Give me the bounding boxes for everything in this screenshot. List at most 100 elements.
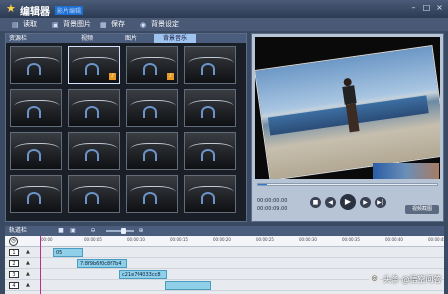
thumbnail-item[interactable]: [184, 89, 236, 127]
music-badge-icon: ♪: [167, 73, 174, 80]
ruler-tick-label: 00:00:30: [299, 237, 317, 242]
menu-save-label: 保存: [111, 20, 125, 28]
timeline-tool-icon-2[interactable]: ▣: [69, 227, 77, 235]
save-icon: ▦: [100, 21, 107, 29]
menu-background-image[interactable]: ▣ 背景图片: [52, 19, 91, 30]
track-number: 2: [9, 260, 19, 267]
thumbnail-item[interactable]: [10, 46, 62, 84]
ruler-tick-label: 00:00:05: [84, 237, 102, 242]
menu-open[interactable]: ▤ 读取: [12, 19, 37, 30]
clip-2[interactable]: 7:8f9b6f0c8f7b4: [77, 259, 127, 268]
zoom-slider[interactable]: [106, 230, 134, 232]
tab-video[interactable]: 视频: [66, 34, 108, 43]
progress-fill: [258, 184, 267, 185]
stop-button[interactable]: ■: [310, 197, 321, 208]
ruler-tick-label: 00:00:40: [385, 237, 403, 242]
ruler-tick-label: 00:00:45: [428, 237, 446, 242]
snapshot-button[interactable]: 视频截图: [405, 205, 439, 214]
zoom-out-icon[interactable]: ⊖: [89, 227, 97, 235]
thumbnail-item[interactable]: [10, 132, 62, 170]
headphone-icon: [27, 149, 41, 161]
thumbnail-item[interactable]: [126, 89, 178, 127]
headphone-icon: [143, 106, 157, 118]
lock-icon[interactable]: ▲: [26, 260, 30, 266]
lock-icon[interactable]: ▲: [26, 249, 30, 255]
timeline-tool-icon[interactable]: ■: [57, 227, 65, 235]
ruler-tick-label: 00:00:25: [256, 237, 274, 242]
next-button[interactable]: ▶: [360, 197, 371, 208]
watermark-logo-icon: ◎: [369, 273, 380, 284]
headphone-icon: [27, 106, 41, 118]
resource-label: 资源栏: [9, 35, 28, 42]
preview-screen: [255, 37, 440, 179]
track-2: 2 ▲ 7:8f9b6f0c8f7b4: [5, 258, 444, 269]
resource-panel: 资源栏 视频 图片 背景音乐 ♪ ♪: [5, 33, 247, 222]
menu-bar: ▤ 读取 ▣ 背景图片 ▦ 保存 ◉ 背景设定: [0, 18, 448, 31]
minimize-button[interactable]: –: [408, 3, 419, 13]
headphone-icon: [143, 192, 157, 204]
timeline-header: 轨道栏 ■ ▣ ⊖ ⊕: [5, 226, 444, 236]
ruler-tick-label: 00:00:15: [170, 237, 188, 242]
clip-1[interactable]: 05: [53, 248, 83, 257]
timeline-body: ◷ 00:00 00:00:05 00:00:10 00:00:15 00:00:20 0…: [5, 236, 446, 294]
headphone-icon: [201, 192, 215, 204]
play-button[interactable]: ▶: [340, 194, 356, 210]
lock-icon[interactable]: ▲: [26, 271, 30, 277]
thumbnail-item[interactable]: [68, 132, 120, 170]
thumbnail-item[interactable]: [184, 132, 236, 170]
track-number: 1: [9, 249, 19, 256]
preview-photo: [255, 45, 440, 179]
headphone-icon: [201, 149, 215, 161]
app-window: ★ 编辑器 影片编辑 – □ × ▤ 读取 ▣ 背景图片 ▦ 保存 ◉ 背景设定…: [0, 0, 448, 294]
timeline-label: 轨道栏: [9, 227, 28, 234]
headphone-icon: [85, 192, 99, 204]
thumbnail-item[interactable]: [68, 175, 120, 213]
thumbnail-item[interactable]: [126, 175, 178, 213]
menu-background-settings[interactable]: ◉ 背景设定: [140, 19, 179, 30]
lock-icon[interactable]: ▲: [26, 282, 30, 288]
clip-4[interactable]: [165, 281, 211, 290]
preview-progress-bar[interactable]: [257, 183, 438, 186]
tab-background-music[interactable]: 背景音乐: [154, 34, 196, 43]
thumbnail-item[interactable]: [10, 175, 62, 213]
maximize-button[interactable]: □: [421, 3, 432, 13]
track-number: 3: [9, 271, 19, 278]
music-badge-icon: ♪: [109, 73, 116, 80]
zoom-in-icon[interactable]: ⊕: [137, 227, 145, 235]
track-1: 1 ▲ 05: [5, 247, 444, 258]
tab-image[interactable]: 图片: [110, 34, 152, 43]
playhead[interactable]: [40, 236, 41, 294]
thumbnail-item[interactable]: ♪: [126, 46, 178, 84]
settings-icon: ◉: [140, 21, 147, 29]
clip-3[interactable]: c21e7f4033cc8: [119, 270, 167, 279]
app-title: 编辑器: [20, 7, 50, 18]
image-icon: ▣: [52, 21, 59, 29]
headphone-icon: [201, 63, 215, 75]
headphone-icon: [85, 106, 99, 118]
thumbnail-item[interactable]: ♪: [68, 46, 120, 84]
thumbnail-item[interactable]: [184, 175, 236, 213]
app-subtitle: 影片编辑: [55, 6, 84, 15]
ruler-tick-label: 00:00:35: [342, 237, 360, 242]
title-bar: ★ 编辑器 影片编辑 – □ ×: [0, 0, 448, 18]
end-button[interactable]: ▶|: [375, 197, 386, 208]
headphone-icon: [85, 149, 99, 161]
menu-save[interactable]: ▦ 保存: [100, 19, 125, 30]
track-number: 4: [9, 282, 19, 289]
headphone-icon: [143, 63, 157, 75]
clock-icon: ◷: [9, 237, 18, 246]
prev-button[interactable]: ◀: [325, 197, 336, 208]
thumbnail-item[interactable]: [126, 132, 178, 170]
thumbnail-item[interactable]: [68, 89, 120, 127]
thumbnail-item[interactable]: [184, 46, 236, 84]
headphone-icon: [201, 106, 215, 118]
resource-header: 资源栏 视频 图片 背景音乐: [6, 34, 246, 43]
time-total: 00:00:09.00: [257, 206, 288, 212]
thumbnail-grid: ♪ ♪: [10, 46, 244, 218]
time-ruler[interactable]: ◷ 00:00 00:00:05 00:00:10 00:00:15 00:00:20 0…: [5, 236, 446, 247]
close-button[interactable]: ×: [434, 3, 445, 13]
thumbnail-item[interactable]: [10, 89, 62, 127]
preview-photo-secondary: [373, 163, 439, 179]
headphone-icon: [27, 63, 41, 75]
zoom-slider-knob[interactable]: [121, 228, 126, 234]
